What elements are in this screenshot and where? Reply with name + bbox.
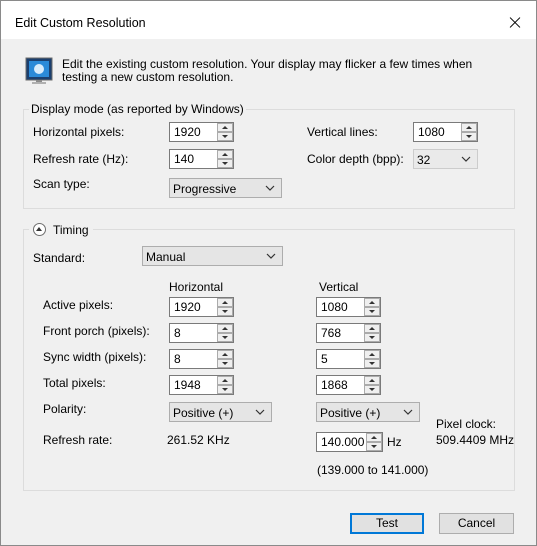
monitor-icon	[25, 57, 53, 84]
polarity-v-value: Positive (+)	[320, 406, 381, 420]
front-porch-v-input[interactable]	[317, 324, 364, 342]
pixel-clock-value: 509.4409 MHz	[436, 433, 515, 447]
horizontal-refresh-value: 261.52 KHz	[167, 433, 230, 447]
chevron-down-icon	[461, 156, 471, 162]
refresh-rate-label: Refresh rate (Hz):	[33, 152, 129, 166]
standard-select[interactable]: Manual	[142, 246, 283, 266]
spin-up-button[interactable]	[364, 324, 380, 333]
front-porch-v-field[interactable]	[316, 323, 381, 343]
spin-up-button[interactable]	[217, 123, 233, 132]
spin-up-button[interactable]	[217, 350, 233, 359]
close-icon[interactable]	[502, 10, 528, 36]
intro-text: Edit the existing custom resolution. You…	[62, 57, 473, 84]
refresh-rate-field[interactable]	[169, 149, 234, 169]
spin-up-button[interactable]	[364, 298, 380, 307]
spin-down-button[interactable]	[217, 359, 233, 368]
spin-down-button[interactable]	[461, 132, 477, 141]
refresh-rate-input[interactable]	[170, 150, 217, 168]
cancel-button[interactable]: Cancel	[439, 513, 514, 534]
sync-width-h-input[interactable]	[170, 350, 217, 368]
spin-down-button[interactable]	[366, 442, 382, 451]
vertical-refresh-field[interactable]	[316, 432, 383, 452]
spin-up-button[interactable]	[217, 324, 233, 333]
front-porch-h-input[interactable]	[170, 324, 217, 342]
spin-down-button[interactable]	[217, 333, 233, 342]
horizontal-pixels-input[interactable]	[170, 123, 217, 141]
color-depth-label: Color depth (bpp):	[307, 152, 404, 166]
front-porch-h-field[interactable]	[169, 323, 234, 343]
timing-legend: Timing	[53, 223, 89, 237]
scan-type-value: Progressive	[173, 182, 237, 196]
active-pixels-v-field[interactable]	[316, 297, 381, 317]
sync-width-v-input[interactable]	[317, 350, 364, 368]
spin-down-button[interactable]	[217, 159, 233, 168]
spin-up-button[interactable]	[217, 298, 233, 307]
scan-type-select[interactable]: Progressive	[169, 178, 282, 198]
spin-down-button[interactable]	[217, 132, 233, 141]
spin-down-button[interactable]	[364, 385, 380, 394]
timing-refresh-rate-label: Refresh rate:	[43, 433, 113, 447]
color-depth-select[interactable]: 32	[413, 149, 478, 169]
total-pixels-label: Total pixels:	[43, 376, 106, 390]
polarity-h-value: Positive (+)	[173, 406, 234, 420]
pixel-clock-label: Pixel clock:	[436, 417, 497, 431]
sync-width-label: Sync width (pixels):	[43, 350, 147, 364]
spin-down-button[interactable]	[217, 385, 233, 394]
dialog-window: Edit Custom Resolution Edit the existing…	[0, 0, 537, 546]
horizontal-column-header: Horizontal	[169, 280, 224, 294]
sync-width-h-field[interactable]	[169, 349, 234, 369]
sync-width-v-field[interactable]	[316, 349, 381, 369]
spin-up-button[interactable]	[217, 150, 233, 159]
collapse-toggle-icon[interactable]	[33, 223, 46, 236]
test-button[interactable]: Test	[350, 513, 424, 534]
spin-down-button[interactable]	[217, 307, 233, 316]
active-pixels-label: Active pixels:	[43, 298, 114, 312]
refresh-unit: Hz	[387, 435, 402, 449]
chevron-down-icon	[266, 253, 276, 259]
polarity-h-select[interactable]: Positive (+)	[169, 402, 272, 422]
horizontal-pixels-label: Horizontal pixels:	[33, 125, 125, 139]
vertical-lines-label: Vertical lines:	[307, 125, 378, 139]
total-pixels-h-input[interactable]	[170, 376, 217, 394]
chevron-down-icon	[403, 409, 413, 415]
vertical-refresh-input[interactable]	[317, 433, 366, 451]
chevron-down-icon	[265, 185, 275, 191]
polarity-label: Polarity:	[43, 402, 87, 416]
active-pixels-v-input[interactable]	[317, 298, 364, 316]
total-pixels-h-field[interactable]	[169, 375, 234, 395]
polarity-v-select[interactable]: Positive (+)	[316, 402, 420, 422]
spin-up-button[interactable]	[364, 376, 380, 385]
vertical-lines-input[interactable]	[414, 123, 461, 141]
active-pixels-h-field[interactable]	[169, 297, 234, 317]
spin-down-button[interactable]	[364, 307, 380, 316]
spin-up-button[interactable]	[364, 350, 380, 359]
standard-label: Standard:	[33, 251, 86, 265]
horizontal-pixels-field[interactable]	[169, 122, 234, 142]
standard-value: Manual	[146, 250, 186, 264]
spin-down-button[interactable]	[364, 333, 380, 342]
refresh-range: (139.000 to 141.000)	[317, 463, 429, 477]
total-pixels-v-field[interactable]	[316, 375, 381, 395]
spin-up-button[interactable]	[366, 433, 382, 442]
color-depth-value: 32	[417, 153, 431, 167]
spin-up-button[interactable]	[217, 376, 233, 385]
spin-down-button[interactable]	[364, 359, 380, 368]
spin-up-button[interactable]	[461, 123, 477, 132]
vertical-lines-field[interactable]	[413, 122, 478, 142]
active-pixels-h-input[interactable]	[170, 298, 217, 316]
front-porch-label: Front porch (pixels):	[43, 324, 150, 338]
chevron-down-icon	[255, 409, 265, 415]
window-title: Edit Custom Resolution	[15, 16, 146, 30]
vertical-column-header: Vertical	[319, 280, 359, 294]
total-pixels-v-input[interactable]	[317, 376, 364, 394]
title-bar: Edit Custom Resolution	[1, 1, 536, 39]
display-mode-legend: Display mode (as reported by Windows)	[29, 102, 246, 116]
scan-type-label: Scan type:	[33, 177, 90, 191]
